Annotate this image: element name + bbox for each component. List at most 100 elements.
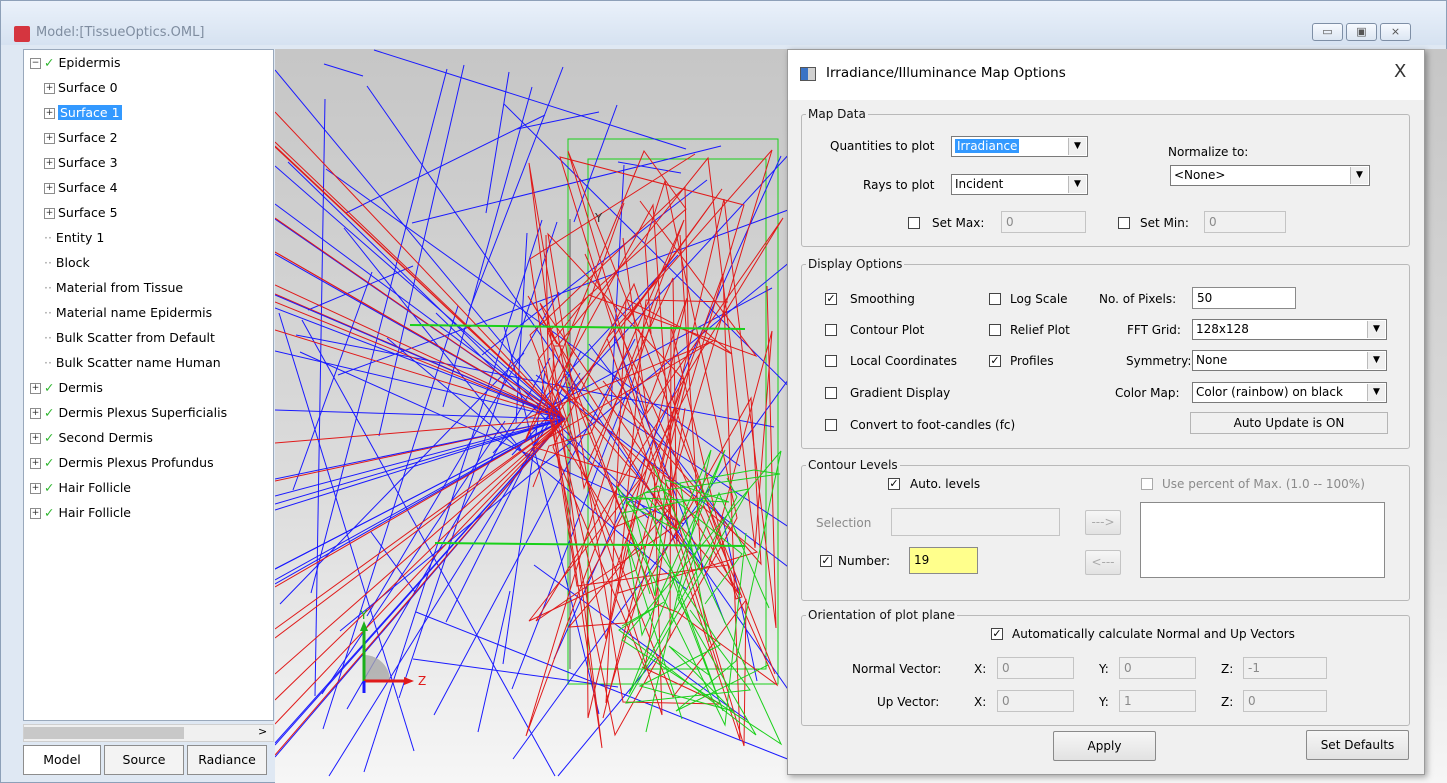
normal-z-input[interactable]: -1 (1243, 657, 1327, 679)
tree-node[interactable]: ·· Entity 1 (44, 227, 104, 249)
local-coordinates-checkbox[interactable] (825, 355, 837, 367)
relief-plot-checkbox[interactable] (989, 324, 1001, 336)
tree-node-label: Dermis Plexus Profundus (58, 455, 214, 470)
tree-node[interactable]: − ✓ Epidermis (30, 52, 121, 74)
tree-node[interactable]: + Surface 3 (44, 152, 118, 174)
expand-icon[interactable]: + (30, 433, 41, 444)
tab-model[interactable]: Model (23, 745, 101, 775)
apply-button[interactable]: Apply (1053, 731, 1156, 761)
color-map-select[interactable]: Color (rainbow) on black ▼ (1192, 382, 1387, 403)
collapse-icon[interactable]: − (30, 58, 41, 69)
title-bar: Model:[TissueOptics.OML] ▭ ▣ ⨯ (1, 1, 1446, 45)
tree-node-label: Surface 2 (58, 130, 118, 145)
tree-node[interactable]: ·· Material from Tissue (44, 277, 183, 299)
tree-node[interactable]: ·· Block (44, 252, 90, 274)
set-defaults-button[interactable]: Set Defaults (1306, 730, 1409, 760)
smoothing-label: Smoothing (850, 292, 915, 306)
set-max-checkbox[interactable] (908, 217, 920, 229)
remove-level-button[interactable]: <--- (1085, 550, 1121, 575)
expand-icon[interactable]: + (30, 508, 41, 519)
normal-y-input[interactable]: 0 (1119, 657, 1196, 679)
auto-calc-label: Automatically calculate Normal and Up Ve… (1012, 627, 1295, 641)
tree-node-label: Second Dermis (58, 430, 153, 445)
tree-node[interactable]: + Surface 5 (44, 202, 118, 224)
set-min-input[interactable]: 0 (1204, 211, 1286, 233)
maximize-button[interactable]: ▣ (1346, 23, 1377, 41)
up-y-label: Y: (1099, 695, 1109, 709)
up-z-input[interactable]: 0 (1243, 690, 1327, 712)
tab-source[interactable]: Source (104, 745, 184, 775)
expand-icon[interactable]: + (30, 383, 41, 394)
profiles-checkbox[interactable]: ✓ (989, 355, 1001, 367)
number-input[interactable]: 19 (909, 547, 978, 574)
tree-node[interactable]: + ✓ Dermis (30, 377, 103, 399)
convert-fc-checkbox[interactable] (825, 419, 837, 431)
tree-node-label: Hair Follicle (58, 505, 131, 520)
set-max-input[interactable]: 0 (1001, 211, 1086, 233)
expand-icon[interactable]: + (44, 133, 55, 144)
tree-node[interactable]: + Surface 0 (44, 77, 118, 99)
set-min-checkbox[interactable] (1118, 217, 1130, 229)
close-window-button[interactable]: ⨯ (1380, 23, 1411, 41)
auto-calc-checkbox[interactable]: ✓ (991, 628, 1003, 640)
check-icon: ✓ (44, 505, 55, 520)
add-level-button[interactable]: ---> (1085, 510, 1121, 535)
scrollbar-thumb[interactable] (24, 727, 184, 739)
display-options-legend: Display Options (808, 257, 903, 271)
selection-input[interactable] (891, 508, 1060, 536)
chevron-down-icon: ▼ (1367, 321, 1385, 338)
up-x-input[interactable]: 0 (997, 690, 1074, 712)
expand-icon[interactable]: + (44, 83, 55, 94)
expand-icon[interactable]: + (44, 108, 55, 119)
use-percent-label: Use percent of Max. (1.0 -- 100%) (1162, 477, 1365, 491)
expand-icon[interactable]: + (44, 208, 55, 219)
auto-update-status: Auto Update is ON (1190, 412, 1388, 434)
scroll-right-icon[interactable]: > (258, 725, 267, 738)
tree-node[interactable]: + Surface 4 (44, 177, 118, 199)
rays-label: Rays to plot (863, 178, 935, 192)
minimize-button[interactable]: ▭ (1312, 23, 1343, 41)
contour-levels-list[interactable] (1140, 502, 1385, 578)
tab-radiance[interactable]: Radiance (187, 745, 267, 775)
tree-node[interactable]: + Surface 2 (44, 127, 118, 149)
use-percent-checkbox[interactable] (1141, 478, 1153, 490)
tree-node[interactable]: ·· Bulk Scatter name Human (44, 352, 221, 374)
quantities-select[interactable]: Irradiance ▼ (951, 136, 1088, 157)
log-scale-checkbox[interactable] (989, 293, 1001, 305)
tree-node-label: Material from Tissue (55, 280, 184, 295)
tree-node-label: Surface 0 (58, 80, 118, 95)
tree-node[interactable]: + ✓ Hair Follicle (30, 477, 131, 499)
auto-levels-checkbox[interactable]: ✓ (888, 478, 900, 490)
tree-node[interactable]: + Surface 1 (44, 102, 122, 124)
tree-node[interactable]: + ✓ Hair Follicle (30, 502, 131, 524)
rays-select[interactable]: Incident ▼ (951, 174, 1088, 195)
expand-icon[interactable]: + (44, 183, 55, 194)
tree-node-label: Bulk Scatter name Human (55, 355, 221, 370)
tree-node[interactable]: ·· Material name Epidermis (44, 302, 212, 324)
smoothing-checkbox[interactable]: ✓ (825, 293, 837, 305)
model-tree[interactable]: − ✓ Epidermis + Surface 0 + Surface 1 + Surface … (23, 49, 274, 721)
auto-levels-label: Auto. levels (910, 477, 981, 491)
tree-node[interactable]: + ✓ Dermis Plexus Superficialis (30, 402, 227, 424)
set-min-label: Set Min: (1140, 216, 1189, 230)
expand-icon[interactable]: + (30, 408, 41, 419)
expand-icon[interactable]: + (30, 458, 41, 469)
symmetry-select[interactable]: None ▼ (1192, 350, 1387, 371)
expand-icon[interactable]: + (44, 158, 55, 169)
check-icon: ✓ (44, 480, 55, 495)
dialog-close-button[interactable]: X (1394, 61, 1406, 82)
up-y-input[interactable]: 1 (1119, 690, 1196, 712)
fft-grid-select[interactable]: 128x128 ▼ (1192, 319, 1387, 340)
pixels-input[interactable]: 50 (1192, 287, 1296, 309)
normal-x-input[interactable]: 0 (997, 657, 1074, 679)
contour-plot-checkbox[interactable] (825, 324, 837, 336)
tree-node[interactable]: + ✓ Dermis Plexus Profundus (30, 452, 214, 474)
tree-connector: ·· (44, 355, 56, 370)
number-checkbox[interactable]: ✓ (820, 555, 832, 567)
up-z-label: Z: (1221, 695, 1234, 709)
tree-node[interactable]: + ✓ Second Dermis (30, 427, 153, 449)
normalize-select[interactable]: <None> ▼ (1170, 165, 1370, 186)
expand-icon[interactable]: + (30, 483, 41, 494)
gradient-display-checkbox[interactable] (825, 387, 837, 399)
tree-node[interactable]: ·· Bulk Scatter from Default (44, 327, 215, 349)
